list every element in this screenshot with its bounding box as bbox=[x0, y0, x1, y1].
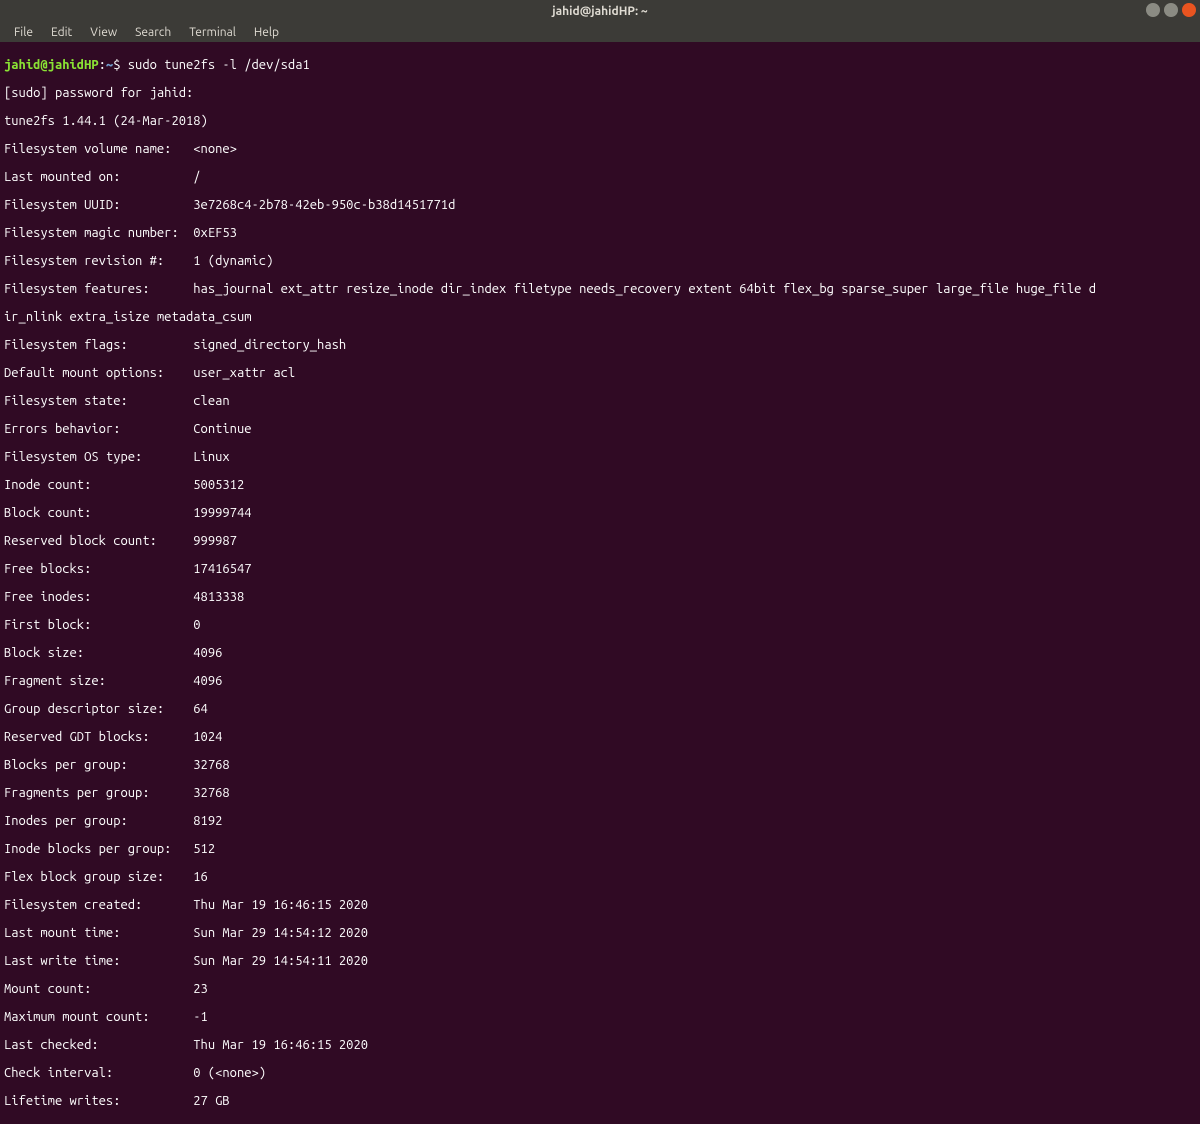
output-line: Blocks per group: 32768 bbox=[4, 758, 1196, 772]
output-line: Last checked: Thu Mar 19 16:46:15 2020 bbox=[4, 1038, 1196, 1052]
output-line: Block size: 4096 bbox=[4, 646, 1196, 660]
minimize-icon[interactable] bbox=[1146, 3, 1160, 17]
output-line: Group descriptor size: 64 bbox=[4, 702, 1196, 716]
window-titlebar: jahid@jahidHP: ~ bbox=[0, 0, 1200, 22]
prompt-user-host: jahid@jahidHP bbox=[4, 58, 99, 72]
tune2fs-version-line: tune2fs 1.44.1 (24-Mar-2018) bbox=[4, 114, 1196, 128]
maximize-icon[interactable] bbox=[1164, 3, 1178, 17]
prompt-line: jahid@jahidHP:~$ sudo tune2fs -l /dev/sd… bbox=[4, 58, 1196, 72]
output-line: Filesystem magic number: 0xEF53 bbox=[4, 226, 1196, 240]
output-line: Filesystem state: clean bbox=[4, 394, 1196, 408]
prompt-dollar: $ bbox=[113, 58, 128, 72]
output-line: Filesystem volume name: <none> bbox=[4, 142, 1196, 156]
output-line: Fragments per group: 32768 bbox=[4, 786, 1196, 800]
output-line: Last mount time: Sun Mar 29 14:54:12 202… bbox=[4, 926, 1196, 940]
features-wrap-line: ir_nlink extra_isize metadata_csum bbox=[4, 310, 1196, 324]
prompt-colon: : bbox=[99, 58, 106, 72]
output-line: Inode blocks per group: 512 bbox=[4, 842, 1196, 856]
output-line: Filesystem revision #: 1 (dynamic) bbox=[4, 254, 1196, 268]
output-line: Filesystem OS type: Linux bbox=[4, 450, 1196, 464]
output-line: Filesystem flags: signed_directory_hash bbox=[4, 338, 1196, 352]
output-line: Filesystem features: has_journal ext_att… bbox=[4, 282, 1196, 296]
output-line: Errors behavior: Continue bbox=[4, 422, 1196, 436]
output-line: Fragment size: 4096 bbox=[4, 674, 1196, 688]
menu-search[interactable]: Search bbox=[127, 24, 179, 41]
output-line: Filesystem UUID: 3e7268c4-2b78-42eb-950c… bbox=[4, 198, 1196, 212]
output-line: Last write time: Sun Mar 29 14:54:11 202… bbox=[4, 954, 1196, 968]
menubar: File Edit View Search Terminal Help bbox=[0, 22, 1200, 42]
output-line: Inodes per group: 8192 bbox=[4, 814, 1196, 828]
window-controls bbox=[1146, 3, 1196, 17]
output-line: Last mounted on: / bbox=[4, 170, 1196, 184]
output-line: Filesystem created: Thu Mar 19 16:46:15 … bbox=[4, 898, 1196, 912]
output-line: Default mount options: user_xattr acl bbox=[4, 366, 1196, 380]
output-line: Reserved block count: 999987 bbox=[4, 534, 1196, 548]
close-icon[interactable] bbox=[1182, 3, 1196, 17]
menu-file[interactable]: File bbox=[6, 24, 41, 41]
menu-edit[interactable]: Edit bbox=[43, 24, 80, 41]
output-line: First block: 0 bbox=[4, 618, 1196, 632]
output-line: Check interval: 0 (<none>) bbox=[4, 1066, 1196, 1080]
window-title: jahid@jahidHP: ~ bbox=[552, 5, 647, 18]
output-line: Mount count: 23 bbox=[4, 982, 1196, 996]
sudo-password-line: [sudo] password for jahid: bbox=[4, 86, 1196, 100]
terminal-area[interactable]: jahid@jahidHP:~$ sudo tune2fs -l /dev/sd… bbox=[0, 42, 1200, 1124]
output-line: Flex block group size: 16 bbox=[4, 870, 1196, 884]
output-line: Maximum mount count: -1 bbox=[4, 1010, 1196, 1024]
output-line: Reserved GDT blocks: 1024 bbox=[4, 730, 1196, 744]
menu-terminal[interactable]: Terminal bbox=[181, 24, 244, 41]
output-line: Free blocks: 17416547 bbox=[4, 562, 1196, 576]
menu-view[interactable]: View bbox=[82, 24, 125, 41]
output-line: Free inodes: 4813338 bbox=[4, 590, 1196, 604]
output-line: Block count: 19999744 bbox=[4, 506, 1196, 520]
output-line: Inode count: 5005312 bbox=[4, 478, 1196, 492]
output-line: Lifetime writes: 27 GB bbox=[4, 1094, 1196, 1108]
menu-help[interactable]: Help bbox=[246, 24, 287, 41]
prompt-command: sudo tune2fs -l /dev/sda1 bbox=[128, 58, 310, 72]
